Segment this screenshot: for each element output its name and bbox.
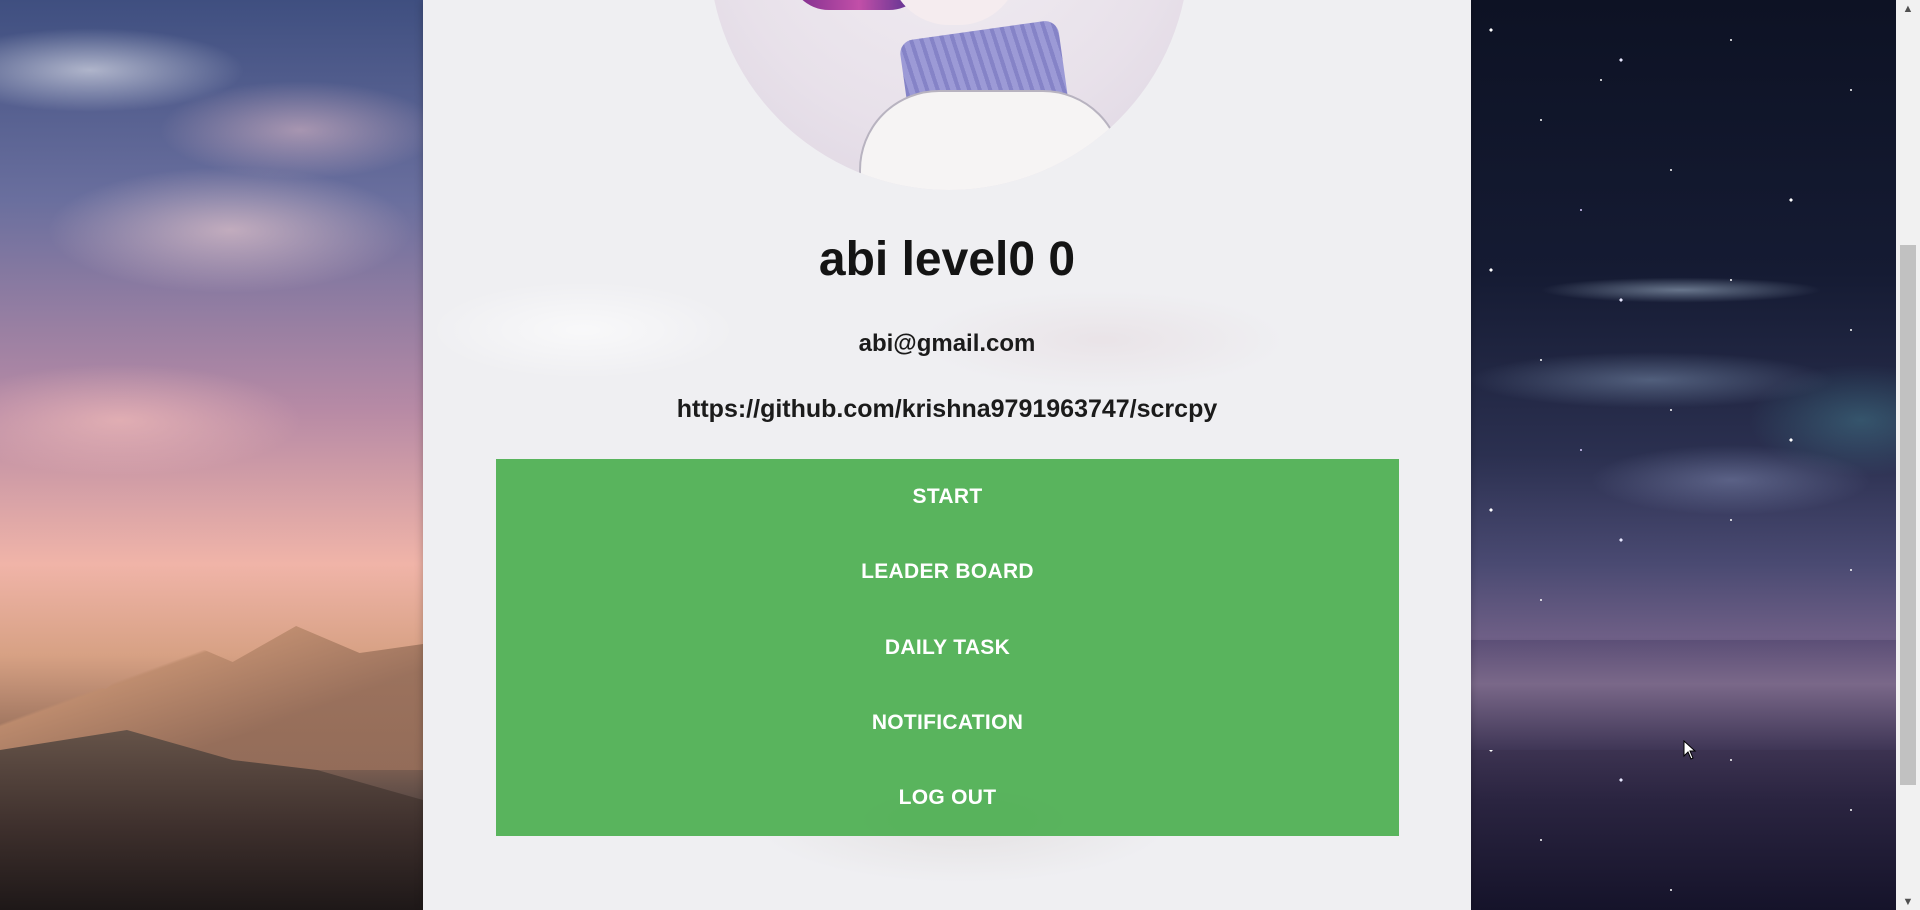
chevron-up-icon[interactable]: ▲ (1896, 0, 1920, 17)
background-scenery-left (0, 0, 423, 910)
notification-button[interactable]: NOTIFICATION (496, 685, 1399, 760)
log-out-button[interactable]: LOG OUT (496, 761, 1399, 836)
background-lake (1471, 640, 1896, 750)
background-stars (1471, 0, 1896, 910)
page-viewport: abi level0 0 abi@gmail.com https://githu… (0, 0, 1896, 910)
start-button[interactable]: START (496, 459, 1399, 534)
vertical-scrollbar[interactable]: ▲ ▼ (1896, 0, 1920, 910)
profile-name: abi level0 0 (818, 233, 1076, 286)
leader-board-button[interactable]: LEADER BOARD (496, 534, 1399, 609)
profile-link[interactable]: https://github.com/krishna9791963747/scr… (423, 395, 1471, 424)
daily-task-button[interactable]: DAILY TASK (496, 610, 1399, 685)
chevron-down-icon[interactable]: ▼ (1896, 893, 1920, 910)
background-scenery-right (1471, 0, 1896, 910)
profile-email: abi@gmail.com (858, 330, 1036, 357)
scrollbar-thumb[interactable] (1900, 245, 1916, 785)
profile-panel: abi level0 0 abi@gmail.com https://githu… (423, 0, 1471, 910)
main-menu: START LEADER BOARD DAILY TASK NOTIFICATI… (496, 459, 1399, 836)
mouse-pointer-icon (1683, 740, 1697, 760)
avatar (709, 0, 1189, 190)
